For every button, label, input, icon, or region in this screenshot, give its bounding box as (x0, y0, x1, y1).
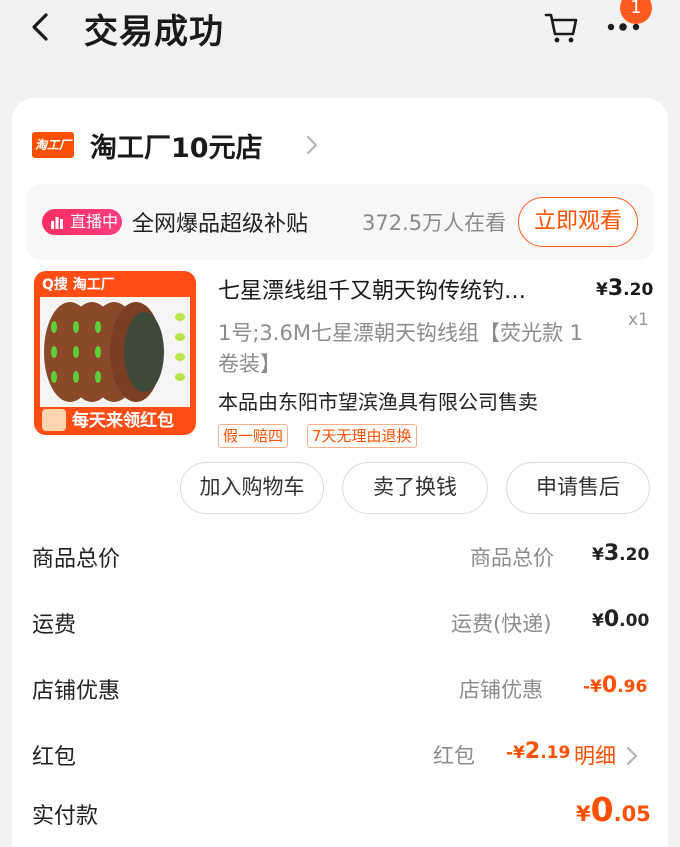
row-sub-label: 店铺优惠 (459, 678, 543, 702)
row-label: 店铺优惠 (32, 679, 121, 704)
row-label: 红包 (32, 745, 77, 770)
product-image-content (40, 297, 190, 407)
red-packet-value: -¥2.19 (506, 739, 571, 764)
red-packet-row[interactable]: 红包 红包 -¥2.19 明细 (12, 739, 668, 779)
row-label: 商品总价 (32, 547, 121, 572)
shop-logo: 淘工厂 (32, 132, 74, 158)
product-price: ¥3.20 (596, 276, 654, 301)
shipping-value: ¥0.00 (592, 607, 650, 632)
watch-now-button[interactable]: 立即观看 (518, 197, 638, 247)
add-to-cart-button[interactable]: 加入购物车 (180, 462, 324, 514)
product-title[interactable]: 七星漂线组千又朝天钩传统钓… (218, 273, 578, 305)
service-tag: 7天无理由退换 (307, 424, 417, 448)
row-sub-label: 运费(快递) (451, 612, 552, 636)
live-title: 全网爆品超级补贴 (132, 212, 309, 237)
product-seller: 本品由东阳市望滨渔具有限公司售卖 (218, 390, 538, 414)
row-label: 运费 (32, 613, 77, 638)
chevron-right-icon[interactable] (624, 744, 640, 768)
total-price-value: ¥3.20 (592, 541, 650, 566)
row-label: 实付款 (32, 804, 99, 829)
back-arrow-icon[interactable] (26, 10, 54, 44)
shop-name[interactable]: 淘工厂10元店 (90, 126, 263, 165)
amount-paid-value: ¥0.05 (576, 790, 651, 829)
live-stream-banner[interactable]: 直播中 全网爆品超级补贴 372.5万人在看 立即观看 (26, 184, 654, 260)
product-spec: 1号;3.6M七星漂朝天钩线组【荧光款 1卷装】 (218, 321, 583, 376)
page-title: 交易成功 (84, 12, 224, 52)
details-link[interactable]: 明细 (574, 740, 616, 770)
shop-discount-row: 店铺优惠 店铺优惠 -¥0.96 (12, 673, 668, 713)
chevron-right-icon (306, 135, 318, 155)
product-quantity: x1 (628, 310, 649, 330)
shipping-row: 运费 运费(快递) ¥0.00 (12, 607, 668, 647)
product-image[interactable]: Q搜 淘工厂 每天来领红包 (34, 271, 196, 435)
row-sub-label: 商品总价 (470, 546, 554, 570)
row-sub-label: 红包 (433, 744, 475, 768)
live-viewer-count: 372.5万人在看 (362, 211, 507, 235)
cart-icon[interactable] (543, 10, 579, 44)
live-bars-icon (51, 217, 63, 229)
fishing-line-spools-icon (40, 297, 190, 407)
after-sale-button[interactable]: 申请售后 (506, 462, 650, 514)
service-tag: 假一赔四 (218, 424, 289, 448)
product-image-brand: Q搜 淘工厂 (42, 277, 115, 293)
amount-paid-row: 实付款 ¥0.05 (12, 790, 668, 838)
order-card: 淘工厂 淘工厂10元店 直播中 全网爆品超级补贴 372.5万人在看 立即观看 … (12, 98, 668, 847)
sell-item-button[interactable]: 卖了换钱 (342, 462, 488, 514)
top-bar: 交易成功 1 (0, 0, 680, 60)
shop-discount-value: -¥0.96 (583, 673, 648, 698)
product-image-banner: 每天来领红包 (72, 411, 174, 431)
total-price-row: 商品总价 商品总价 ¥3.20 (12, 541, 668, 581)
